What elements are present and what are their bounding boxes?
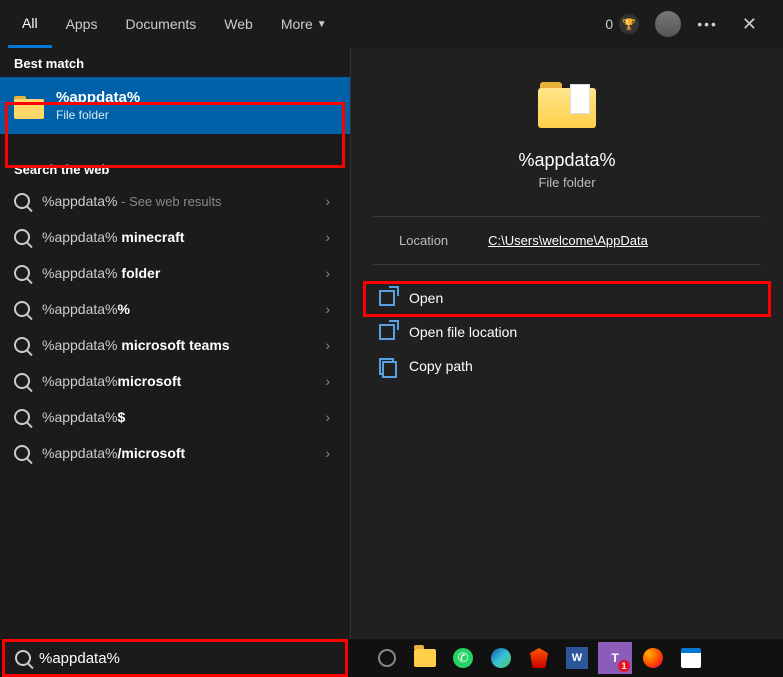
preview-subtitle: File folder: [538, 175, 595, 190]
top-bar: All Apps Documents Web More ▼ 0 🏆 ••• ✕: [0, 0, 783, 48]
more-options-button[interactable]: •••: [697, 16, 718, 32]
web-result-label: %appdata%$: [42, 409, 307, 425]
edge-icon: [491, 648, 511, 668]
whatsapp-button[interactable]: ✆: [446, 642, 480, 674]
location-path-link[interactable]: C:\Users\welcome\AppData: [488, 233, 648, 248]
open-icon: [379, 290, 395, 306]
cortana-button[interactable]: [370, 642, 404, 674]
web-result-label: %appdata%%: [42, 301, 307, 317]
close-button[interactable]: ✕: [734, 10, 765, 39]
web-result-item[interactable]: %appdata% folder ›: [0, 255, 350, 291]
calendar-button[interactable]: [674, 642, 708, 674]
web-result-item[interactable]: %appdata%microsoft ›: [0, 363, 350, 399]
teams-icon: T1: [598, 642, 632, 674]
copy-icon: [379, 358, 395, 374]
web-result-item[interactable]: %appdata%% ›: [0, 291, 350, 327]
teams-badge: 1: [618, 660, 630, 672]
teams-button[interactable]: T1: [598, 642, 632, 674]
tab-web[interactable]: Web: [210, 0, 267, 48]
rewards-indicator[interactable]: 0 🏆: [605, 14, 639, 34]
whatsapp-icon: ✆: [453, 648, 473, 668]
search-input[interactable]: [39, 642, 345, 674]
location-label: Location: [399, 233, 448, 248]
chevron-right-icon[interactable]: ›: [319, 445, 336, 461]
search-box[interactable]: [2, 639, 348, 677]
chevron-right-icon[interactable]: ›: [319, 265, 336, 281]
search-icon: [15, 650, 31, 666]
web-result-item[interactable]: %appdata%$ ›: [0, 399, 350, 435]
word-button[interactable]: W: [560, 642, 594, 674]
copy-path-label: Copy path: [409, 358, 473, 374]
tab-all[interactable]: All: [8, 0, 52, 48]
chevron-down-icon: ▼: [317, 19, 327, 30]
highlight-annotation: [5, 102, 345, 168]
highlight-annotation: [363, 281, 771, 317]
preview-actions: Open Open file location Copy path: [363, 281, 771, 383]
web-result-label: %appdata%microsoft: [42, 373, 307, 389]
web-result-label: %appdata%/microsoft: [42, 445, 307, 461]
taskbar: ✆ W T1: [350, 639, 783, 677]
chevron-right-icon[interactable]: ›: [319, 229, 336, 245]
search-icon: [14, 337, 30, 353]
bottom-bar: ✆ W T1: [0, 639, 783, 677]
chevron-right-icon[interactable]: ›: [319, 301, 336, 317]
word-icon: W: [566, 647, 588, 669]
location-row: Location C:\Users\welcome\AppData: [373, 217, 761, 265]
web-result-item[interactable]: %appdata% microsoft teams ›: [0, 327, 350, 363]
tab-more[interactable]: More ▼: [267, 0, 341, 48]
search-icon: [14, 193, 30, 209]
file-explorer-button[interactable]: [408, 642, 442, 674]
trophy-icon: 🏆: [619, 14, 639, 34]
web-result-label: %appdata% folder: [42, 265, 307, 281]
user-avatar[interactable]: [655, 11, 681, 37]
web-result-item[interactable]: %appdata% - See web results ›: [0, 183, 350, 219]
preview-title: %appdata%: [518, 150, 615, 171]
firefox-button[interactable]: [636, 642, 670, 674]
chevron-right-icon[interactable]: ›: [319, 193, 336, 209]
open-location-label: Open file location: [409, 324, 517, 340]
results-panel: Best match %appdata% File folder Search …: [0, 48, 350, 639]
brave-button[interactable]: [522, 642, 556, 674]
search-icon: [14, 445, 30, 461]
open-location-icon: [379, 324, 395, 340]
top-right-controls: 0 🏆 ••• ✕: [605, 10, 775, 39]
web-result-label: %appdata% minecraft: [42, 229, 307, 245]
chevron-right-icon[interactable]: ›: [319, 373, 336, 389]
web-result-label: %appdata% microsoft teams: [42, 337, 307, 353]
tab-more-label: More: [281, 16, 313, 32]
copy-path-action[interactable]: Copy path: [363, 349, 771, 383]
cortana-icon: [378, 649, 396, 667]
web-result-item[interactable]: %appdata%/microsoft ›: [0, 435, 350, 471]
web-result-item[interactable]: %appdata% minecraft ›: [0, 219, 350, 255]
calendar-icon: [681, 648, 701, 668]
rewards-points: 0: [605, 16, 613, 32]
file-explorer-icon: [414, 649, 436, 667]
search-icon: [14, 409, 30, 425]
best-match-heading: Best match: [0, 48, 350, 77]
chevron-right-icon[interactable]: ›: [319, 337, 336, 353]
search-icon: [14, 373, 30, 389]
search-icon: [14, 229, 30, 245]
open-file-location-action[interactable]: Open file location: [363, 315, 771, 349]
preview-panel: %appdata% File folder Location C:\Users\…: [350, 48, 783, 639]
search-icon: [14, 301, 30, 317]
web-result-label: %appdata% - See web results: [42, 193, 307, 209]
folder-icon-large: [538, 78, 596, 128]
tab-apps[interactable]: Apps: [52, 0, 112, 48]
brave-icon: [530, 648, 548, 668]
search-scope-tabs: All Apps Documents Web More ▼: [8, 0, 341, 48]
search-icon: [14, 265, 30, 281]
chevron-right-icon[interactable]: ›: [319, 409, 336, 425]
firefox-icon: [643, 648, 663, 668]
edge-button[interactable]: [484, 642, 518, 674]
tab-documents[interactable]: Documents: [111, 0, 210, 48]
